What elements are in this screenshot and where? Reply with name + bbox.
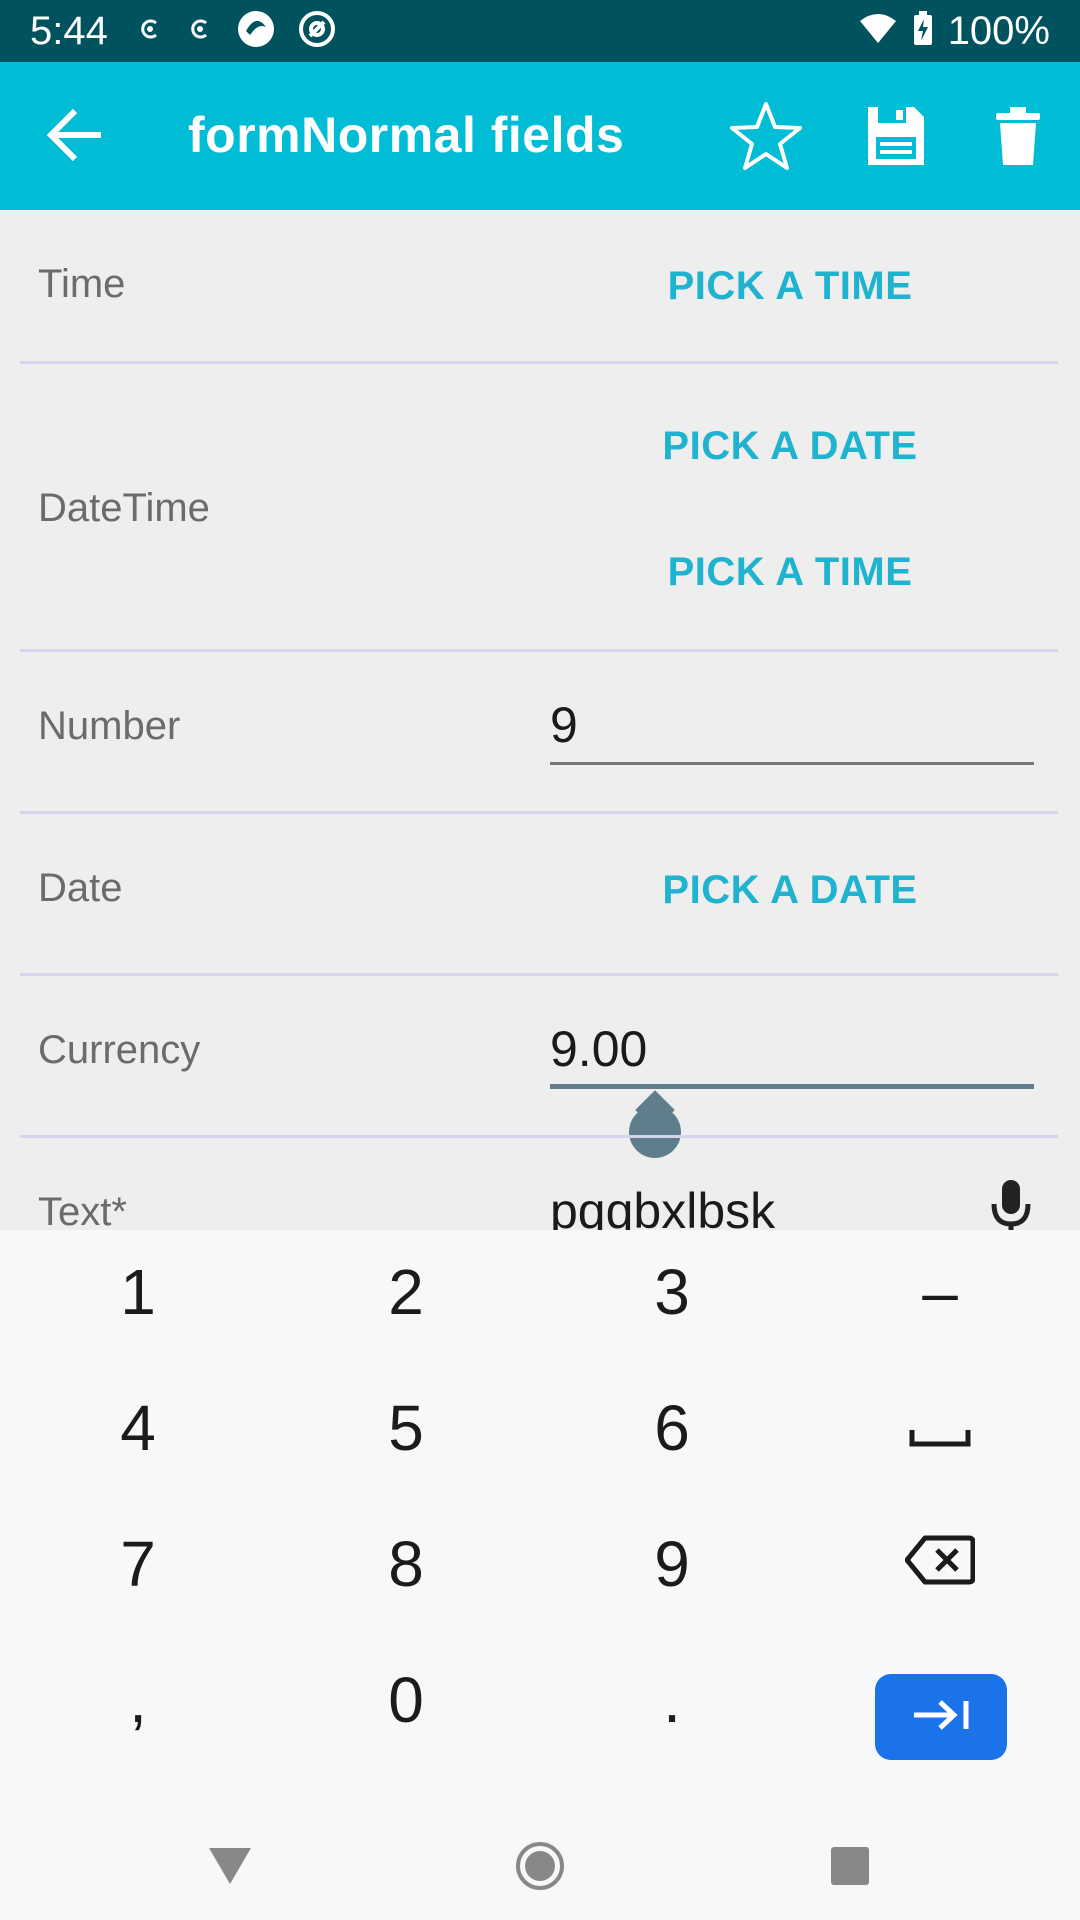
key-space[interactable] (810, 1368, 1070, 1488)
key-comma[interactable]: , (8, 1640, 268, 1760)
status-bar: 5:44 100% (0, 0, 1080, 62)
field-time: Time PICK A TIME (0, 210, 1080, 364)
key-backspace[interactable] (810, 1504, 1070, 1624)
pick-date-button[interactable]: PICK A DATE (640, 424, 940, 469)
app-bar: formNormal fields (0, 62, 1080, 210)
save-button[interactable] (858, 100, 934, 176)
key-9[interactable]: 9 (542, 1504, 802, 1624)
back-button[interactable] (40, 102, 110, 172)
field-label: Currency (38, 1028, 201, 1072)
backspace-icon (904, 1527, 976, 1601)
key-4[interactable]: 4 (8, 1368, 268, 1488)
field-label: Number (38, 704, 181, 748)
tab-next-icon (910, 1697, 972, 1738)
field-label: Text* (38, 1190, 127, 1230)
key-1[interactable]: 1 (8, 1232, 268, 1352)
wifi-icon (858, 13, 898, 50)
key-0[interactable]: 0 (276, 1640, 536, 1760)
delete-button[interactable] (980, 100, 1056, 176)
key-2[interactable]: 2 (276, 1232, 536, 1352)
status-notification-icons (136, 9, 336, 54)
field-label: Time (38, 262, 126, 306)
numeric-keyboard: 1 2 3 – 4 5 6 7 8 9 , 0 . (0, 1230, 1080, 1810)
text-input[interactable]: pqqbxlbsk (550, 1182, 775, 1230)
star-icon (728, 100, 804, 177)
save-icon (866, 105, 926, 172)
key-6[interactable]: 6 (542, 1368, 802, 1488)
currency-input[interactable]: 9.00 (550, 1020, 647, 1078)
nav-home-button[interactable] (510, 1838, 570, 1898)
space-icon (908, 1391, 972, 1465)
key-minus[interactable]: – (810, 1232, 1070, 1352)
field-datetime: DateTime PICK A DATE PICK A TIME (0, 364, 1080, 652)
status-time: 5:44 (30, 8, 108, 53)
back-triangle-icon (207, 1846, 253, 1891)
nav-back-button[interactable] (200, 1838, 260, 1898)
screen: 5:44 100% formNormal fields Time PICK A … (0, 0, 1080, 1920)
at-circle-icon (298, 10, 336, 53)
input-underline (550, 762, 1034, 765)
field-label: Date (38, 866, 123, 910)
number-input[interactable]: 9 (550, 696, 578, 754)
field-text: Text* pqqbxlbsk (0, 1138, 1080, 1230)
field-currency: Currency 9.00 (0, 976, 1080, 1158)
recents-square-icon (829, 1845, 871, 1892)
pick-time-button[interactable]: PICK A TIME (640, 550, 940, 595)
nav-recents-button[interactable] (820, 1838, 880, 1898)
key-3[interactable]: 3 (542, 1232, 802, 1352)
pick-date-button[interactable]: PICK A DATE (640, 868, 940, 913)
home-circle-icon (515, 1841, 565, 1896)
pick-time-button[interactable]: PICK A TIME (640, 264, 940, 309)
status-system-icons: 100% (858, 9, 1050, 54)
favorite-button[interactable] (726, 98, 806, 178)
key-period[interactable]: . (542, 1640, 802, 1760)
notification-c-icon (186, 15, 214, 48)
next-field-button[interactable] (875, 1674, 1007, 1760)
battery-percentage: 100% (947, 8, 1050, 53)
field-date: Date PICK A DATE (0, 814, 1080, 976)
notification-c-icon (136, 15, 164, 48)
battery-charging-icon (912, 10, 934, 52)
key-8[interactable]: 8 (276, 1504, 536, 1624)
input-underline-focused (550, 1084, 1034, 1089)
key-5[interactable]: 5 (276, 1368, 536, 1488)
form-fields: Time PICK A TIME DateTime PICK A DATE PI… (0, 210, 1080, 1230)
app-circle-icon (236, 9, 276, 54)
key-7[interactable]: 7 (8, 1504, 268, 1624)
page-title: formNormal fields (188, 107, 625, 163)
field-number: Number 9 (0, 652, 1080, 814)
mic-icon[interactable] (988, 1178, 1034, 1230)
arrow-back-icon (45, 107, 105, 168)
delete-icon (994, 105, 1042, 172)
field-label: DateTime (38, 486, 210, 530)
navigation-bar (0, 1810, 1080, 1920)
